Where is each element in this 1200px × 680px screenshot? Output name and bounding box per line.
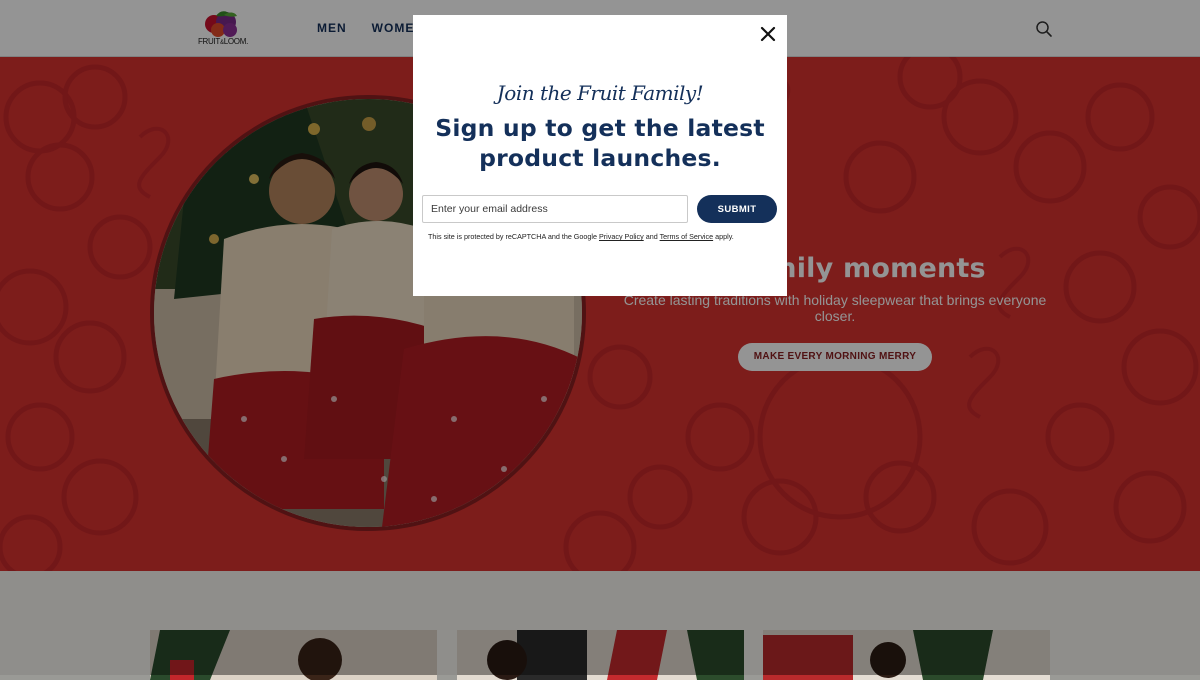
modal-heading: Sign up to get the latest product launch… xyxy=(413,113,787,173)
close-icon xyxy=(760,26,776,42)
legal-and: and xyxy=(643,232,660,241)
email-field[interactable] xyxy=(422,195,688,223)
modal-heading-line-2: product launches. xyxy=(479,144,721,172)
modal-heading-line-1: Sign up to get the latest xyxy=(435,114,765,142)
close-button[interactable] xyxy=(758,24,778,44)
submit-button[interactable]: SUBMIT xyxy=(697,195,777,223)
privacy-policy-link[interactable]: Privacy Policy xyxy=(599,232,644,241)
legal-prefix: This site is protected by reCAPTCHA and … xyxy=(428,232,599,241)
modal-eyebrow: Join the Fruit Family! xyxy=(496,81,704,105)
terms-of-service-link[interactable]: Terms of Service xyxy=(660,232,714,241)
legal-suffix: apply. xyxy=(713,232,734,241)
newsletter-signup-modal: Join the Fruit Family! Sign up to get th… xyxy=(413,15,787,296)
recaptcha-notice: This site is protected by reCAPTCHA and … xyxy=(428,232,778,241)
page: FRUIT&LOOM. MEN WOMEN for family moments… xyxy=(0,0,1200,680)
